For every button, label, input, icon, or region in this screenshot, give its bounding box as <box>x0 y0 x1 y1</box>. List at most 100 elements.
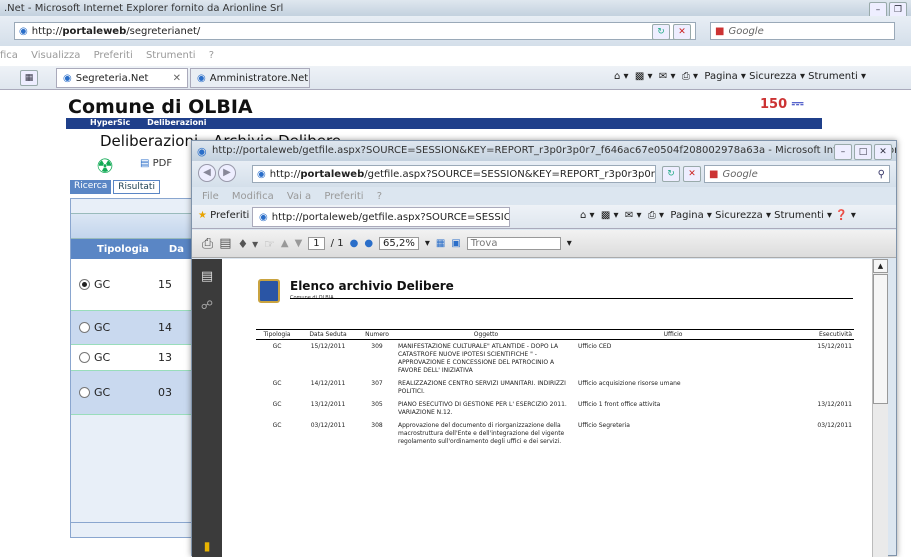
cell-oggetto: PIANO ESECUTIVO DI GESTIONE PER L' ESERC… <box>398 401 567 416</box>
favorites-button[interactable]: ★ Preferiti <box>198 210 249 221</box>
menu-help[interactable]: ? <box>377 191 382 202</box>
report-title: Elenco archivio Delibere <box>290 279 454 293</box>
stop-icon[interactable]: ✕ <box>673 24 691 40</box>
feeds-icon[interactable]: ▩ ▾ <box>635 71 653 82</box>
results-row[interactable]: GC 13 <box>71 345 199 371</box>
results-row[interactable]: GC 03 <box>71 371 199 415</box>
menu-modifica[interactable]: Modifica <box>232 191 274 202</box>
comments-icon[interactable]: ▮ <box>192 539 222 553</box>
previous-page-icon[interactable]: ▲ <box>281 238 289 249</box>
zoom-out-icon[interactable]: ● <box>350 238 359 249</box>
zoom-in-icon[interactable]: ● <box>364 238 373 249</box>
tab-ricerca[interactable]: Ricerca <box>70 180 112 194</box>
stop-icon[interactable]: ✕ <box>683 166 701 182</box>
tab-label: Segreteria.Net <box>75 72 149 84</box>
help-icon[interactable]: ❓ <box>835 210 847 221</box>
share-icon[interactable]: ♦ ▾ <box>238 237 259 251</box>
find-dropdown-icon[interactable]: ▾ <box>567 238 572 249</box>
cmd-strumenti[interactable]: Strumenti <box>808 71 858 82</box>
cmd-pagina[interactable]: Pagina <box>704 71 737 82</box>
save-icon[interactable]: ▤ <box>219 236 231 251</box>
row-radio[interactable] <box>79 387 90 398</box>
refresh-icon[interactable]: ↻ <box>662 166 680 182</box>
menu-file[interactable]: File <box>202 191 219 202</box>
feeds-icon[interactable]: ▩ ▾ <box>601 210 619 221</box>
cell-oggetto: MANIFESTAZIONE CULTURALE" ATLANTIDE - DO… <box>398 343 559 374</box>
back-icon[interactable]: ◀ <box>198 164 216 182</box>
home-icon[interactable]: ⌂ ▾ <box>614 71 629 82</box>
menu-vai-a[interactable]: Vai a <box>287 191 311 202</box>
forward-icon[interactable]: ▶ <box>218 164 236 182</box>
bg-command-bar: ⌂ ▾ ▩ ▾ ✉ ▾ ⎙ ▾ Pagina ▾ Sicurezza ▾ Str… <box>614 71 867 82</box>
find-field[interactable]: Trova <box>466 237 561 250</box>
tab-label: Amministratore.Net <box>209 72 309 84</box>
home-icon[interactable]: ⌂ ▾ <box>580 210 595 221</box>
menu-preferiti[interactable]: Preferiti <box>94 50 133 61</box>
fit-width-icon[interactable]: ▦ <box>436 238 445 249</box>
bg-search-box[interactable]: ■ Google <box>710 22 895 40</box>
popup-title: http://portaleweb/getfile.aspx?SOURCE=SE… <box>212 145 896 156</box>
zoom-dropdown-icon[interactable]: ▾ <box>425 238 430 249</box>
nav-hypersic[interactable]: HyperSic <box>90 118 130 127</box>
menu-strumenti[interactable]: Strumenti <box>146 50 196 61</box>
cell-esecutivita: 03/12/2011 <box>817 422 852 429</box>
people-icon[interactable]: ☢ <box>96 154 114 178</box>
close-tab-icon[interactable]: ✕ <box>173 73 181 84</box>
print-icon[interactable]: ⎙ ▾ <box>682 71 698 82</box>
cmd-sicurezza[interactable]: Sicurezza <box>715 210 763 221</box>
next-page-icon[interactable]: ▼ <box>295 238 303 249</box>
cell-ufficio: Ufficio 1 front office attivita <box>578 401 661 408</box>
popup-command-bar: ⌂ ▾ ▩ ▾ ✉ ▾ ⎙ ▾ Pagina ▾ Sicurezza ▾ Str… <box>580 210 856 221</box>
nav-deliberazioni[interactable]: Deliberazioni <box>147 118 206 127</box>
scroll-up-icon[interactable]: ▲ <box>873 259 888 273</box>
popup-address-bar[interactable]: ◉ http:// portaleweb /getfile.aspx?SOURC… <box>252 165 656 183</box>
menu-help[interactable]: ? <box>209 50 214 61</box>
report-row: GC 13/12/2011 305 PIANO ESECUTIVO DI GES… <box>256 398 854 419</box>
popup-search-box[interactable]: ■ Google ⚲ <box>704 165 890 183</box>
vertical-scrollbar[interactable]: ▲ <box>872 259 888 557</box>
pages-icon[interactable]: ▤ <box>192 269 222 284</box>
cmd-strumenti[interactable]: Strumenti <box>774 210 824 221</box>
popup-menu-bar: File Modifica Vai a Preferiti ? <box>202 191 392 202</box>
bg-address-bar[interactable]: ◉ http:// portaleweb /segreterianet/ <box>14 22 696 40</box>
row-radio[interactable] <box>79 279 90 290</box>
row-da: 14 <box>158 321 172 334</box>
popup-tab[interactable]: ◉ http://portaleweb/getfile.aspx?SOURCE=… <box>252 207 510 227</box>
quick-tabs-icon[interactable]: ▦ <box>20 70 38 86</box>
row-da: 15 <box>158 278 172 291</box>
results-row[interactable]: GC 15 <box>71 259 199 311</box>
page-number-field[interactable]: 1 <box>308 237 325 250</box>
hand-icon[interactable]: ☞ <box>264 237 275 251</box>
menu-file[interactable]: fica <box>0 50 18 61</box>
scroll-thumb[interactable] <box>873 274 888 404</box>
mail-icon[interactable]: ✉ ▾ <box>659 71 676 82</box>
pdf-button[interactable]: ▤ PDF <box>140 158 172 169</box>
attachments-icon[interactable]: ☍ <box>192 298 222 312</box>
menu-preferiti[interactable]: Preferiti <box>324 191 363 202</box>
row-radio[interactable] <box>79 322 90 333</box>
refresh-icon[interactable]: ↻ <box>652 24 670 40</box>
tab-amministratore[interactable]: ◉ Amministratore.Net <box>190 68 310 88</box>
print-icon[interactable]: ⎙ ▾ <box>648 210 664 221</box>
tab-segreteria[interactable]: ◉ Segreteria.Net ✕ <box>56 68 188 88</box>
tab-risultati[interactable]: Risultati <box>113 180 160 194</box>
row-radio[interactable] <box>79 352 90 363</box>
zoom-field[interactable]: 65,2% <box>379 237 419 250</box>
report-row: GC 03/12/2011 308 Approvazione del docum… <box>256 419 854 448</box>
minimize-icon[interactable]: – <box>834 144 852 160</box>
cmd-pagina[interactable]: Pagina <box>670 210 703 221</box>
pdf-toolbar: ⎙ ▤ ♦ ▾ ☞ ▲ ▼ 1 / 1 ● ● 65,2% ▾ ▦ ▣ Trov… <box>192 230 896 258</box>
results-row[interactable]: GC 14 <box>71 311 199 345</box>
report-table: Tipologia Data Seduta Numero Oggetto Uff… <box>256 329 854 448</box>
close-icon[interactable]: ✕ <box>874 144 892 160</box>
menu-visualizza[interactable]: Visualizza <box>31 50 80 61</box>
ie-tab-icon: ◉ <box>197 72 206 84</box>
report-header-row: Tipologia Data Seduta Numero Oggetto Uff… <box>256 329 854 340</box>
cmd-sicurezza[interactable]: Sicurezza <box>749 71 797 82</box>
print-icon[interactable]: ⎙ <box>202 236 213 252</box>
mail-icon[interactable]: ✉ ▾ <box>625 210 642 221</box>
search-icon[interactable]: ⚲ <box>878 169 885 180</box>
cell-esecutivita: 15/12/2011 <box>817 343 852 350</box>
fit-page-icon[interactable]: ▣ <box>451 238 460 249</box>
maximize-icon[interactable]: □ <box>854 144 872 160</box>
